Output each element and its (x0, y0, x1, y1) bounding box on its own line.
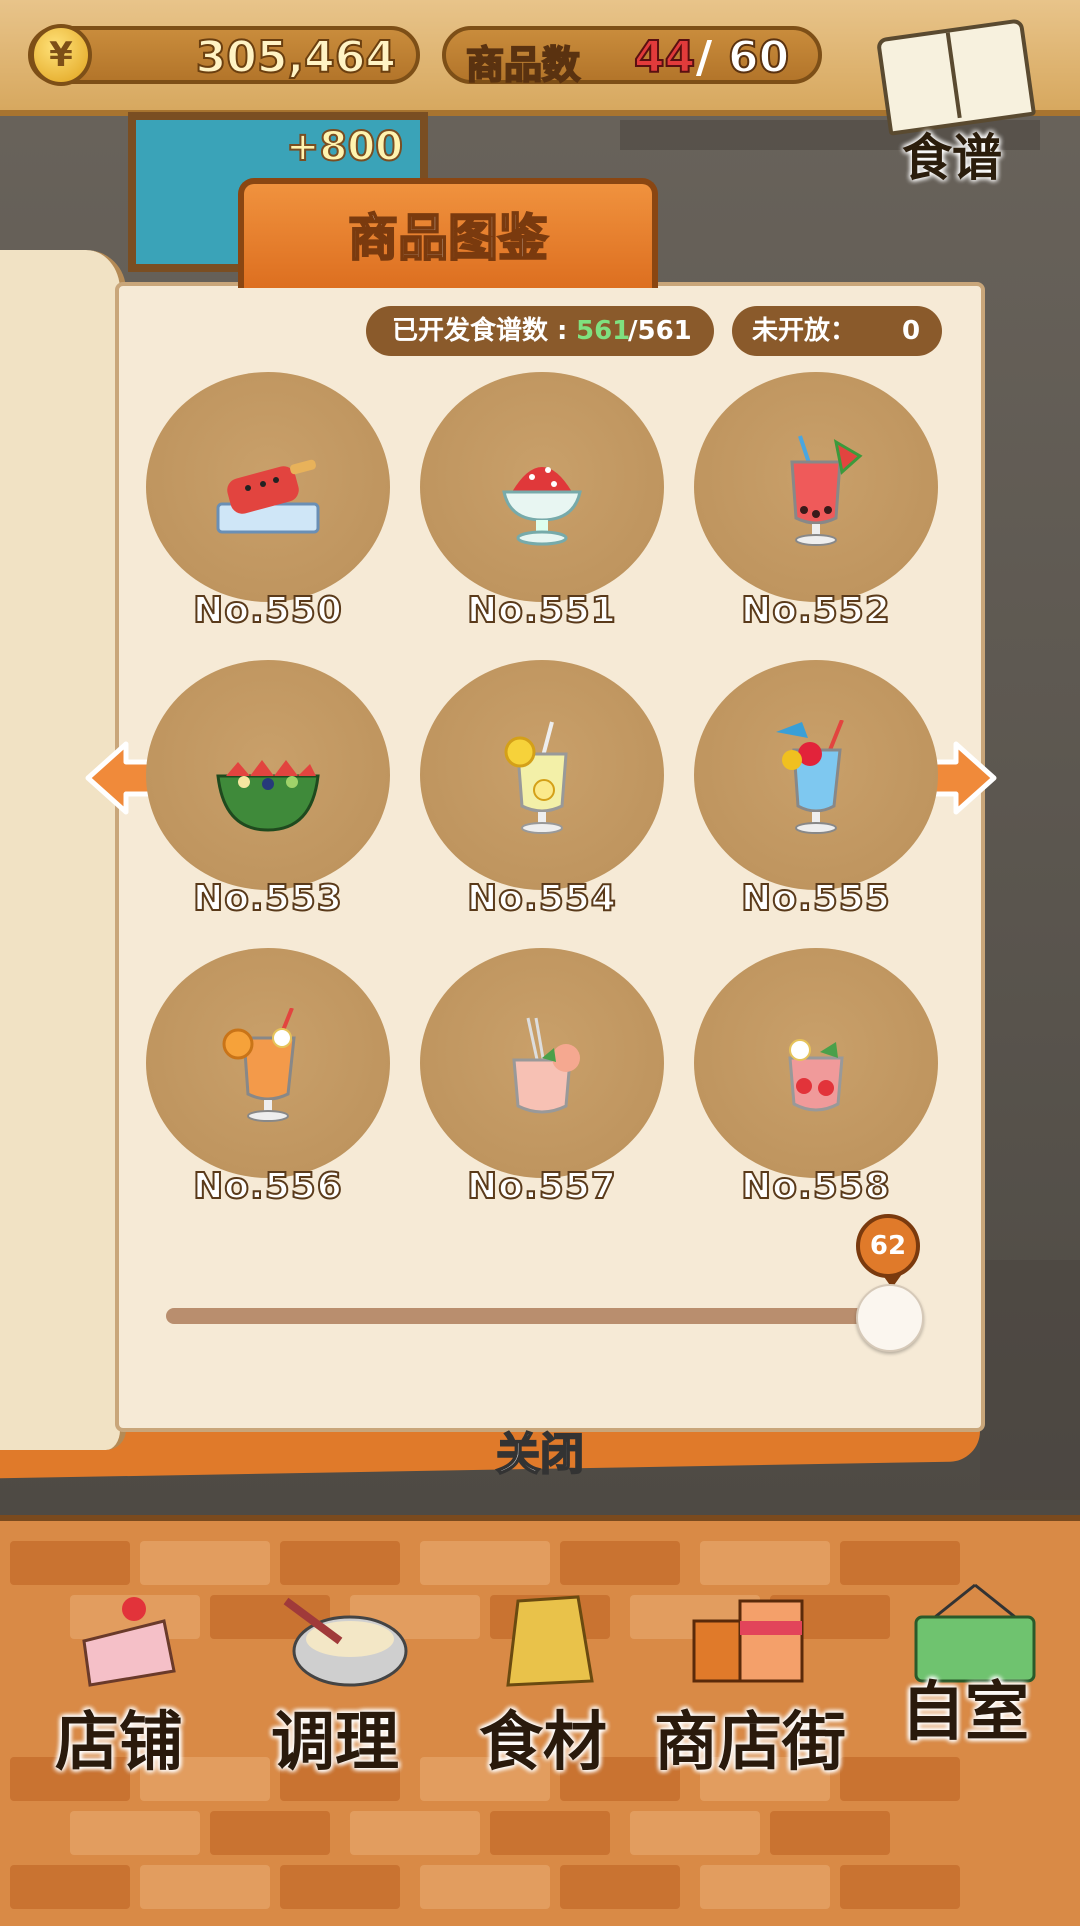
item-count-max: 60 (727, 31, 790, 84)
item-count-separator: / (696, 32, 713, 83)
recipe-item[interactable]: No.557 (420, 948, 664, 1208)
item-label: No.557 (466, 1165, 617, 1208)
yen-coin-icon: ¥ (30, 24, 92, 86)
item-label: No.555 (740, 877, 891, 920)
nav-shopping-street[interactable]: 商店街 (640, 1561, 860, 1881)
watermelon-shaved-ice-icon (502, 467, 582, 546)
item-count-label: 商品数 (465, 42, 581, 88)
peach-drink-icon (512, 1017, 580, 1114)
recipe-item[interactable]: No.556 (146, 948, 390, 1208)
nav-shopping-street-label: 商店街 (654, 1706, 846, 1780)
book-title: 商品图鉴 (347, 208, 549, 268)
money-display: ¥ 305,464 (28, 24, 420, 86)
book-left-page (0, 250, 126, 1450)
recipe-item[interactable]: No.558 (694, 948, 938, 1208)
developed-total: /561 (628, 316, 692, 346)
item-label: No.550 (192, 589, 343, 632)
developed-count: 561 (576, 316, 631, 346)
nav-my-room-label: 自室 (901, 1676, 1029, 1750)
bottom-nav: 店铺 调理 食材 商店街 自室 (0, 1515, 1080, 1926)
poster-bonus: +800 (285, 123, 404, 171)
shop-building-icon (692, 1599, 804, 1683)
book-title-tab: 商品图鉴 (238, 178, 658, 288)
recipe-book-button[interactable]: 食谱 (862, 18, 1042, 187)
developed-label: 已开发食谱数 : (392, 316, 568, 346)
unopened-label: 未开放： (752, 316, 857, 346)
nav-cooking[interactable]: 调理 (240, 1561, 430, 1881)
item-label: No.553 (192, 877, 343, 920)
item-count-display: 商品数 44 / 60 (442, 26, 822, 88)
tropical-orange-drink-icon (222, 1008, 296, 1122)
page-slider-track[interactable] (166, 1308, 886, 1324)
item-label: No.554 (466, 877, 617, 920)
recipe-item[interactable]: No.551 (420, 372, 664, 632)
recipe-item[interactable]: No.555 (694, 660, 938, 920)
recipe-item[interactable]: No.553 (146, 660, 390, 920)
item-label: No.558 (740, 1165, 891, 1208)
item-label: No.552 (740, 589, 891, 632)
strawberry-drink-icon (788, 1039, 844, 1112)
close-button[interactable]: 关闭 (440, 1418, 640, 1481)
cake-icon (82, 1597, 176, 1687)
flour-bag-icon (506, 1595, 594, 1687)
watermelon-fruit-bowl-icon (216, 760, 320, 832)
unopened-badge: 未开放： 0 (732, 306, 942, 356)
page-slider-thumb[interactable] (856, 1284, 924, 1352)
blue-hawaii-drink-icon (776, 720, 844, 834)
nav-my-room[interactable]: 自室 (870, 1561, 1060, 1881)
item-label: No.556 (192, 1165, 343, 1208)
item-count-current: 44 (633, 31, 696, 84)
nav-store-label: 店铺 (55, 1706, 183, 1780)
money-value: 305,464 (195, 31, 397, 84)
recipe-item[interactable]: No.554 (420, 660, 664, 920)
developed-recipes-badge: 已开发食谱数 : 561 /561 (366, 306, 714, 356)
recipe-book-label: 食谱 (902, 129, 1002, 187)
slider-value-bubble: 62 (856, 1214, 920, 1288)
item-label: No.551 (466, 589, 617, 632)
recipe-item[interactable]: No.552 (694, 372, 938, 632)
nav-store[interactable]: 店铺 (24, 1561, 214, 1881)
nav-ingredients-label: 食材 (479, 1706, 607, 1780)
nav-ingredients[interactable]: 食材 (448, 1561, 638, 1881)
recipe-item[interactable]: No.550 (146, 372, 390, 632)
watermelon-bubble-tea-icon (790, 435, 863, 546)
whisk-bowl-icon (283, 1597, 408, 1687)
lemon-soda-icon (504, 721, 568, 834)
watermelon-popsicle-icon (216, 459, 320, 534)
unopened-count: 0 (902, 316, 921, 346)
nav-cooking-label: 调理 (271, 1706, 399, 1780)
